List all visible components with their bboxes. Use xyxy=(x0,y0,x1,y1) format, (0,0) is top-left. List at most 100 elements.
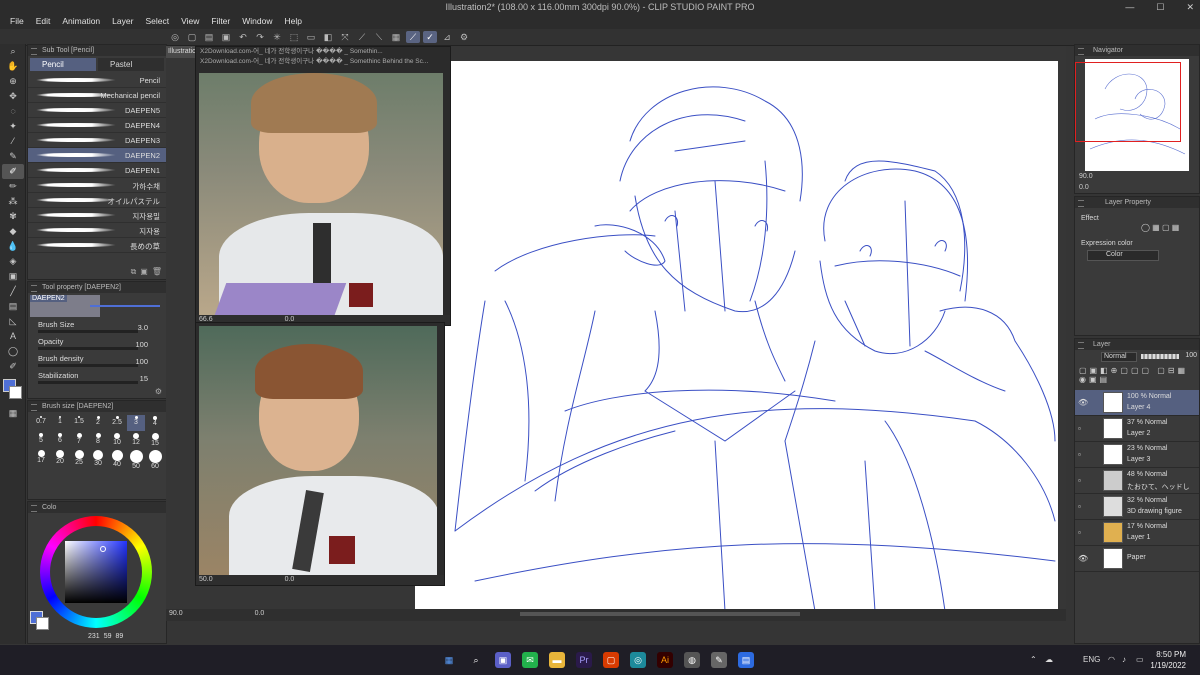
brush-item[interactable]: Pencil xyxy=(28,73,166,88)
start-icon[interactable]: ▦ xyxy=(441,652,457,668)
wifi-icon[interactable]: ◠ xyxy=(1108,655,1115,664)
magic-wand-icon[interactable]: ✦ xyxy=(2,119,24,134)
transform-icon[interactable]: ⤧ xyxy=(338,31,352,43)
open-icon[interactable]: ▤ xyxy=(202,31,216,43)
brush-item[interactable]: Mechanical pencil xyxy=(28,88,166,103)
property-slider[interactable] xyxy=(38,347,138,350)
clock-time[interactable]: 8:50 PM xyxy=(1150,649,1186,660)
app-icon[interactable]: ◎ xyxy=(168,31,182,43)
eraser-icon[interactable]: ◆ xyxy=(2,224,24,239)
brush-size-option[interactable]: 4 xyxy=(146,415,164,431)
layer-toolbar[interactable]: ▢▣◧⊕▢▢▢ ▢⊟▦ ◉▣▤ xyxy=(1075,364,1199,390)
brush-size-option[interactable]: 3 xyxy=(127,415,145,431)
layer-row[interactable]: ▫ 23 % Normal Layer 3 xyxy=(1075,442,1199,468)
layer-opacity-value[interactable]: 100 xyxy=(1185,352,1197,359)
ruler-tool-icon[interactable]: ◺ xyxy=(2,314,24,329)
tool-settings-icon[interactable]: ⚙ xyxy=(155,387,162,396)
duplicate-icon[interactable]: ▣ xyxy=(140,267,148,277)
invert-icon[interactable]: ◧ xyxy=(321,31,335,43)
saturation-value-square[interactable] xyxy=(65,541,127,603)
brush-size-option[interactable]: 25 xyxy=(70,449,88,466)
brush-size-option[interactable]: 1.5 xyxy=(70,415,88,431)
visibility-eye-icon[interactable]: 👁 xyxy=(1078,398,1088,407)
clip-studio-paint-icon[interactable]: ✎ xyxy=(711,652,727,668)
brush-size-option[interactable]: 10 xyxy=(108,432,126,448)
property-value[interactable]: 15 xyxy=(140,374,148,383)
speaker-icon[interactable]: ♪ xyxy=(1122,655,1126,664)
menu-edit[interactable]: Edit xyxy=(30,15,57,29)
office-icon[interactable]: ▢ xyxy=(603,652,619,668)
explorer-icon[interactable]: ▬ xyxy=(549,652,565,668)
operation-icon[interactable]: ⊕ xyxy=(2,74,24,89)
select-all-icon[interactable]: ⬚ xyxy=(287,31,301,43)
brush-size-option[interactable]: 50 xyxy=(127,449,145,470)
brush-size-option[interactable]: 2.5 xyxy=(108,415,126,431)
brush-size-option[interactable]: 5 xyxy=(32,432,50,448)
save-icon[interactable]: ▣ xyxy=(219,31,233,43)
brush-item[interactable]: オイルパステル xyxy=(28,193,166,208)
property-row[interactable]: Brush Size 3.0 xyxy=(28,319,166,336)
layer-row[interactable]: ▫ 37 % Normal Layer 2 xyxy=(1075,416,1199,442)
menu-animation[interactable]: Animation xyxy=(56,15,106,29)
layer-row[interactable]: 👁 100 % Normal Layer 4 xyxy=(1075,390,1199,416)
fill-icon[interactable]: ◈ xyxy=(2,254,24,269)
brush-size-option[interactable]: 12 xyxy=(127,432,145,448)
brush-item[interactable]: DAEPEN5 xyxy=(28,103,166,118)
property-value[interactable]: 3.0 xyxy=(138,323,148,332)
edge-icon[interactable]: ◎ xyxy=(630,652,646,668)
pencil-icon[interactable]: ✐ xyxy=(2,164,24,179)
brush-size-option[interactable]: 0.7 xyxy=(32,415,50,431)
brush-size-option[interactable]: 30 xyxy=(89,449,107,467)
visibility-eye-icon[interactable]: 👁 xyxy=(1078,554,1088,563)
create-copy-icon[interactable]: ⧉ xyxy=(131,267,137,277)
menu-window[interactable]: Window xyxy=(236,15,278,29)
blend-mode-select[interactable]: Normal xyxy=(1101,352,1137,362)
brush-item[interactable]: 지자용 xyxy=(28,223,166,238)
navigator-rotation[interactable]: 0.0 xyxy=(1079,184,1089,191)
canvas-rotation-value[interactable]: 0.0 xyxy=(255,610,265,617)
brush-size-option[interactable]: 60 xyxy=(146,449,164,470)
cloud-icon[interactable]: ☁ xyxy=(1045,655,1053,664)
brush-size-option[interactable]: 15 xyxy=(146,432,164,448)
visibility-toggle-icon[interactable]: ▫ xyxy=(1078,424,1081,433)
brush-item[interactable]: 가하수채 xyxy=(28,178,166,193)
clear-icon[interactable]: ✳ xyxy=(270,31,284,43)
browser-icon[interactable]: ▤ xyxy=(738,652,754,668)
color-sub-swatch[interactable] xyxy=(36,617,49,630)
correct-line-icon[interactable]: ✐ xyxy=(2,359,24,374)
teams-icon[interactable]: ▣ xyxy=(495,652,511,668)
expression-color-select[interactable]: Color xyxy=(1087,250,1159,261)
maximize-button[interactable]: ☐ xyxy=(1156,2,1164,13)
lasso-icon[interactable]: ◌ xyxy=(2,104,24,119)
close-button[interactable]: ✕ xyxy=(1186,2,1194,13)
canvas-tab[interactable]: Illustratio xyxy=(166,46,196,58)
ref2-rotation[interactable]: 0.0 xyxy=(285,576,295,583)
lang-indicator[interactable]: ENG xyxy=(1083,655,1100,664)
settings-icon[interactable]: ⚙ xyxy=(457,31,471,43)
brush-size-option[interactable]: 7 xyxy=(70,432,88,448)
undo-icon[interactable]: ↶ xyxy=(236,31,250,43)
brush-size-option[interactable]: 40 xyxy=(108,449,126,468)
brush-size-option[interactable]: 1 xyxy=(51,415,69,431)
visibility-toggle-icon[interactable]: ▫ xyxy=(1078,476,1081,485)
brush-item[interactable]: DAEPEN4 xyxy=(28,118,166,133)
menu-view[interactable]: View xyxy=(175,15,205,29)
snap-grid-icon[interactable]: ⊿ xyxy=(440,31,454,43)
airbrush-icon[interactable]: ⁂ xyxy=(2,194,24,209)
menu-select[interactable]: Select xyxy=(139,15,175,29)
brush-item[interactable]: 長めの草 xyxy=(28,238,166,253)
layer-opacity-slider[interactable] xyxy=(1141,354,1179,359)
canvas-zoom-value[interactable]: 90.0 xyxy=(169,610,183,617)
brush-size-option[interactable]: 20 xyxy=(51,449,69,465)
figure-icon[interactable]: ╱ xyxy=(2,284,24,299)
tab-pastel[interactable]: Pastel xyxy=(98,58,164,71)
property-slider[interactable] xyxy=(38,330,138,333)
layer-row[interactable]: ▫ 48 % Normal たおひて、ヘッドし xyxy=(1075,468,1199,494)
text-icon[interactable]: A xyxy=(2,329,24,344)
line-icon[interactable]: ✉ xyxy=(522,652,538,668)
search-icon[interactable]: ⌕ xyxy=(468,652,484,668)
move-icon[interactable]: ✥ xyxy=(2,89,24,104)
brush-size-option[interactable]: 8 xyxy=(89,432,107,448)
hand-icon[interactable]: ✋ xyxy=(2,59,24,74)
delete-icon[interactable]: 🗑 xyxy=(152,267,162,277)
